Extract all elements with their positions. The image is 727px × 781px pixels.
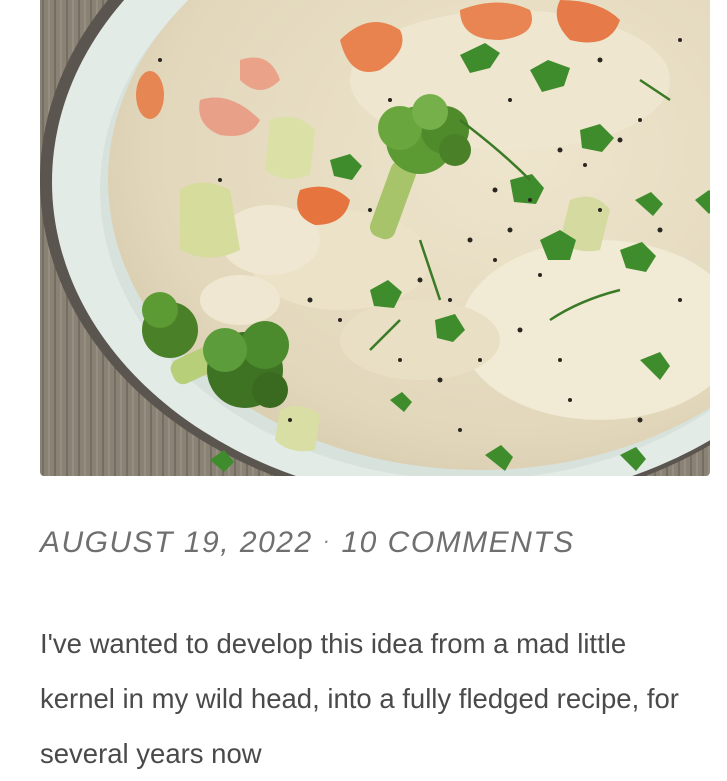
meta-separator: ·: [322, 528, 332, 553]
post-meta: AUGUST 19, 2022 · 10 COMMENTS: [40, 526, 575, 560]
post-featured-image[interactable]: [40, 0, 710, 476]
comments-link[interactable]: 10 COMMENTS: [341, 526, 574, 559]
soup-bowl-photo: [40, 0, 710, 476]
post-excerpt: I've wanted to develop this idea from a …: [40, 628, 679, 769]
post-date: AUGUST 19, 2022: [40, 526, 313, 559]
